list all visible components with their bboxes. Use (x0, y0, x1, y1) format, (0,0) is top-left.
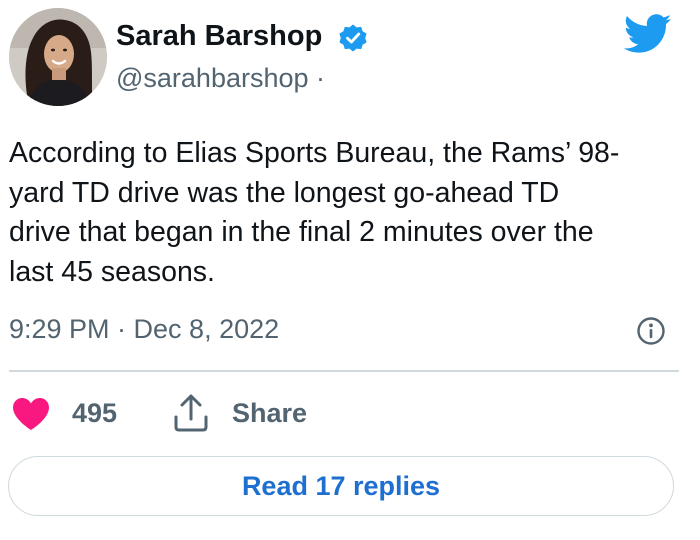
read-replies-button[interactable]: Read 17 replies (8, 456, 674, 516)
handle-separator: · (316, 63, 326, 93)
tweet-text-line: last 45 seasons. (9, 255, 215, 288)
author-handle[interactable]: @sarahbarshop (116, 63, 309, 93)
tweet-text-line: According to Elias Sports Bureau, the Ra… (9, 137, 620, 169)
tweet-text: According to Elias Sports Bureau, the Ra… (9, 134, 689, 292)
read-replies-label: Read 17 replies (241, 471, 441, 501)
share-button[interactable]: Share (172, 392, 307, 434)
verified-badge-icon (339, 24, 367, 52)
avatar[interactable] (9, 8, 107, 106)
info-icon[interactable] (636, 316, 666, 346)
tweet-timestamp[interactable]: 9:29 PM · Dec 8, 2022 (9, 312, 279, 346)
divider (9, 370, 679, 372)
share-icon (174, 394, 208, 432)
tweet-text-line: yard TD drive was the longest go-ahead T… (9, 176, 560, 209)
share-label: Share (232, 398, 308, 428)
like-count[interactable]: 495 (72, 396, 117, 430)
profile-photo (9, 8, 107, 106)
heart-icon[interactable] (11, 396, 51, 432)
tweet-text-line: drive that began in the final 2 minutes … (9, 216, 594, 248)
twitter-bird-icon[interactable] (624, 14, 672, 54)
author-handle-row: @sarahbarshop · (116, 61, 325, 95)
author-display-name[interactable]: Sarah Barshop (116, 18, 322, 54)
